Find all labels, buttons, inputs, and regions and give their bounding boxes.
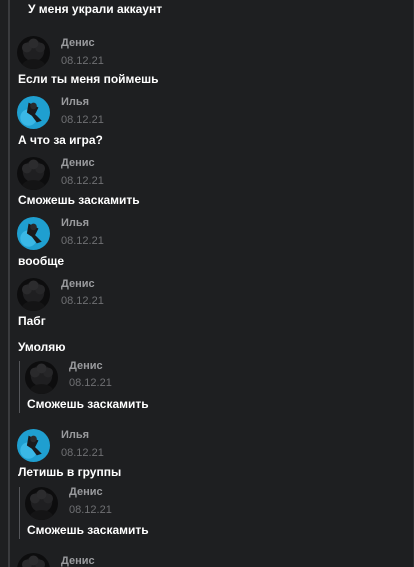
message-date: 08.12.21 [61,447,104,459]
quote-author: Денис [69,486,103,498]
quote-date: 08.12.21 [69,377,112,389]
message-date: 08.12.21 [61,175,104,187]
author-name[interactable]: Илья [61,429,89,441]
message-date: 08.12.21 [61,55,104,67]
author-name[interactable]: Денис [61,555,95,567]
partial-message-text: У меня украли аккаунт [28,2,163,16]
avatar[interactable] [17,157,50,190]
quote-text: Сможешь заскамить [27,397,149,411]
quote-bar [19,487,20,539]
message-text: Пабг [18,314,46,328]
avatar[interactable] [17,429,50,462]
avatar[interactable] [17,217,50,250]
quote-date: 08.12.21 [69,504,112,516]
avatar[interactable] [17,553,50,567]
avatar[interactable] [17,278,50,311]
avatar [25,487,58,520]
author-name[interactable]: Илья [61,217,89,229]
avatar[interactable] [17,96,50,129]
message-date: 08.12.21 [61,114,104,126]
quote-author: Денис [69,360,103,372]
message-text: А что за игра? [18,133,103,147]
author-name[interactable]: Илья [61,96,89,108]
message-date: 08.12.21 [61,235,104,247]
message-text: Сможешь заскамить [18,193,140,207]
quote-bar [19,361,20,413]
avatar [25,361,58,394]
quote-text: Сможешь заскамить [27,523,149,537]
message-date: 08.12.21 [61,295,104,307]
message-text: вообще [18,254,65,268]
message-text: Летишь в группы [18,465,122,479]
avatar[interactable] [17,36,50,69]
message-text: Умоляю [18,340,66,354]
author-name[interactable]: Денис [61,37,95,49]
message-text: Если ты меня поймешь [18,72,159,86]
author-name[interactable]: Денис [61,278,95,290]
left-rail [8,0,10,567]
author-name[interactable]: Денис [61,157,95,169]
